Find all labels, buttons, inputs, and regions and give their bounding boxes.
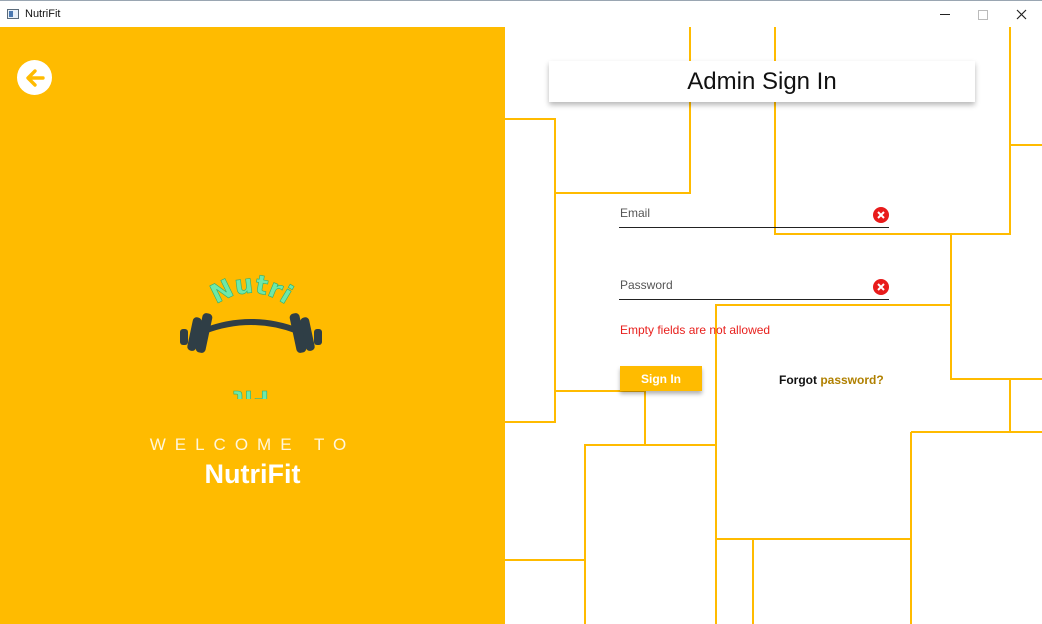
- logo-bottom-text: Fit: [233, 385, 269, 399]
- maximize-button[interactable]: [964, 1, 1002, 28]
- nutrifit-logo: Nutri Fit: [180, 269, 322, 399]
- window-title: NutriFit: [25, 8, 61, 20]
- password-text: password?: [817, 373, 884, 387]
- email-field-container: [619, 202, 889, 228]
- signin-panel: Admin Sign In Empty fields are not allow…: [505, 27, 1042, 624]
- brand-name: NutriFit: [204, 459, 301, 489]
- minimize-button[interactable]: [926, 1, 964, 28]
- welcome-panel: Nutri Fit WELCOME TO NutriFit: [0, 27, 505, 624]
- email-clear-button[interactable]: [873, 207, 889, 223]
- welcome-text: WELCOME TO: [149, 435, 356, 454]
- window-titlebar: NutriFit: [0, 0, 1042, 27]
- sign-in-button[interactable]: Sign In: [620, 366, 702, 391]
- app-icon: [7, 9, 19, 19]
- password-input[interactable]: [619, 274, 860, 296]
- password-clear-button[interactable]: [873, 279, 889, 295]
- forgot-password-link[interactable]: Forgot password?: [779, 373, 884, 387]
- barbell-icon: [180, 313, 322, 353]
- clear-x-icon: [877, 283, 885, 291]
- arrow-left-circle-icon: [25, 68, 45, 87]
- forgot-text: Forgot: [779, 373, 817, 387]
- close-icon: [1016, 9, 1026, 20]
- maze-background: [505, 27, 1042, 624]
- logo-top-text: Nutri: [206, 269, 298, 310]
- minimize-icon: [940, 14, 950, 15]
- maximize-icon: [978, 9, 988, 20]
- close-button[interactable]: [1002, 1, 1040, 28]
- email-input[interactable]: [619, 202, 860, 224]
- password-field-container: [619, 274, 889, 300]
- error-message: Empty fields are not allowed: [620, 323, 771, 337]
- page-title: Admin Sign In: [549, 61, 975, 102]
- back-button[interactable]: [17, 60, 52, 95]
- clear-x-icon: [877, 211, 885, 219]
